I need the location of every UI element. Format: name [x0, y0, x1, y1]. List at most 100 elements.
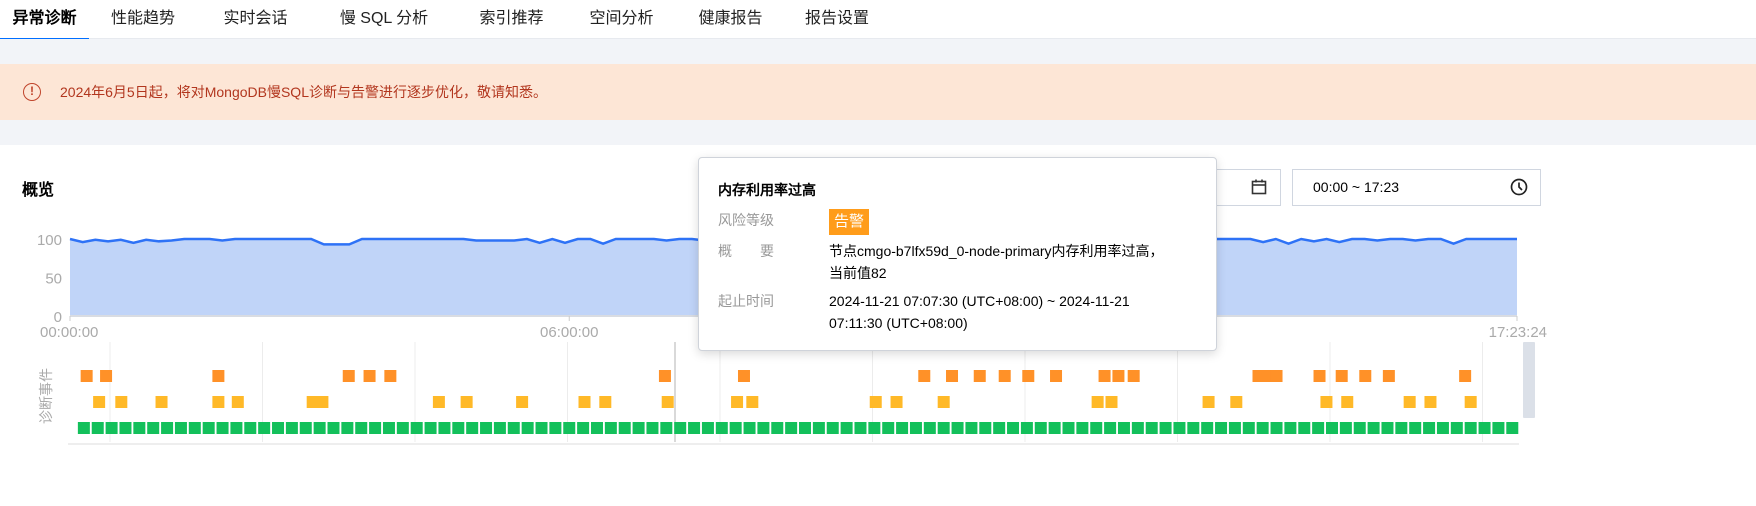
- event-healthy: [535, 422, 548, 434]
- event-healthy: [604, 422, 617, 434]
- event-severe: [1459, 370, 1472, 382]
- event-severe: [1270, 370, 1283, 382]
- event-warning: [93, 396, 106, 408]
- event-healthy: [1478, 422, 1491, 434]
- event-healthy: [660, 422, 673, 434]
- event-axis-label: 诊断事件: [39, 368, 55, 424]
- event-healthy: [341, 422, 354, 434]
- event-warning: [746, 396, 759, 408]
- spacer: [0, 120, 1756, 145]
- event-healthy: [688, 422, 701, 434]
- tab-2[interactable]: 实时会话: [197, 0, 314, 39]
- x-tick-label: 00:00:00: [40, 324, 98, 341]
- event-healthy: [1298, 422, 1311, 434]
- event-healthy: [951, 422, 964, 434]
- event-healthy: [674, 422, 687, 434]
- event-healthy: [1353, 422, 1366, 434]
- event-healthy: [1215, 422, 1228, 434]
- event-healthy: [452, 422, 465, 434]
- event-severe: [1112, 370, 1125, 382]
- event-healthy: [105, 422, 118, 434]
- event-healthy: [1409, 422, 1422, 434]
- event-healthy: [244, 422, 257, 434]
- event-healthy: [1339, 422, 1352, 434]
- y-tick-label: 50: [45, 271, 62, 288]
- event-healthy: [701, 422, 714, 434]
- event-healthy: [715, 422, 728, 434]
- event-severe: [1382, 370, 1395, 382]
- event-healthy: [799, 422, 812, 434]
- event-warning: [1464, 396, 1477, 408]
- event-healthy: [438, 422, 451, 434]
- summary-label: 概 要: [718, 243, 774, 259]
- tab-1[interactable]: 性能趋势: [89, 0, 197, 39]
- event-healthy: [1131, 422, 1144, 434]
- event-healthy: [1325, 422, 1338, 434]
- event-healthy: [1062, 422, 1075, 434]
- event-healthy: [1464, 422, 1477, 434]
- event-healthy: [216, 422, 229, 434]
- event-healthy: [757, 422, 770, 434]
- event-severe: [737, 370, 750, 382]
- event-warning: [1403, 396, 1416, 408]
- event-healthy: [327, 422, 340, 434]
- event-healthy: [1506, 422, 1519, 434]
- event-healthy: [743, 422, 756, 434]
- event-healthy: [410, 422, 423, 434]
- event-severe: [1022, 370, 1035, 382]
- event-healthy: [91, 422, 104, 434]
- event-healthy: [1201, 422, 1214, 434]
- event-healthy: [1367, 422, 1380, 434]
- event-healthy: [1450, 422, 1463, 434]
- tab-7[interactable]: 报告设置: [787, 0, 887, 39]
- event-healthy: [1256, 422, 1269, 434]
- event-healthy: [993, 422, 1006, 434]
- event-healthy: [812, 422, 825, 434]
- tab-4[interactable]: 索引推荐: [454, 0, 569, 39]
- event-healthy: [1007, 422, 1020, 434]
- tab-0[interactable]: 异常诊断: [0, 0, 89, 40]
- tab-6[interactable]: 健康报告: [674, 0, 787, 39]
- event-warning: [155, 396, 168, 408]
- event-healthy: [133, 422, 146, 434]
- event-severe: [212, 370, 225, 382]
- event-warning: [115, 396, 128, 408]
- event-healthy: [965, 422, 978, 434]
- event-healthy: [1492, 422, 1505, 434]
- event-severe: [918, 370, 931, 382]
- event-healthy: [119, 422, 132, 434]
- x-tick-label: 17:23:24: [1489, 324, 1547, 341]
- overview-title: 概览: [22, 182, 55, 199]
- event-healthy: [854, 422, 867, 434]
- time-range-value: 00:00 ~ 17:23: [1313, 179, 1400, 195]
- event-severe: [100, 370, 113, 382]
- event-warning: [731, 396, 744, 408]
- exclamation-circle-icon: !: [23, 83, 41, 101]
- event-healthy: [1104, 422, 1117, 434]
- event-scrollbar[interactable]: [1523, 342, 1535, 418]
- risk-label: 风险等级: [718, 212, 774, 228]
- event-healthy: [1048, 422, 1061, 434]
- event-severe: [384, 370, 397, 382]
- event-severe: [1335, 370, 1348, 382]
- tab-3[interactable]: 慢 SQL 分析: [314, 0, 454, 39]
- event-healthy: [285, 422, 298, 434]
- event-healthy: [355, 422, 368, 434]
- event-warning: [1341, 396, 1354, 408]
- time-value: 2024-11-21 07:07:30 (UTC+08:00) ~ 2024-1…: [829, 293, 1130, 331]
- notice-text: 2024年6月5日起，将对MongoDB慢SQL诊断与告警进行逐步优化，敬请知悉…: [60, 84, 547, 100]
- event-healthy: [161, 422, 174, 434]
- event-healthy: [868, 422, 881, 434]
- time-range-picker[interactable]: 00:00 ~ 17:23: [1292, 169, 1541, 206]
- event-healthy: [369, 422, 382, 434]
- tab-5[interactable]: 空间分析: [569, 0, 674, 39]
- event-healthy: [1076, 422, 1089, 434]
- event-healthy: [1242, 422, 1255, 434]
- event-healthy: [729, 422, 742, 434]
- event-healthy: [1312, 422, 1325, 434]
- event-severe: [1050, 370, 1063, 382]
- event-healthy: [272, 422, 285, 434]
- event-warning: [890, 396, 903, 408]
- event-healthy: [1381, 422, 1394, 434]
- event-healthy: [230, 422, 243, 434]
